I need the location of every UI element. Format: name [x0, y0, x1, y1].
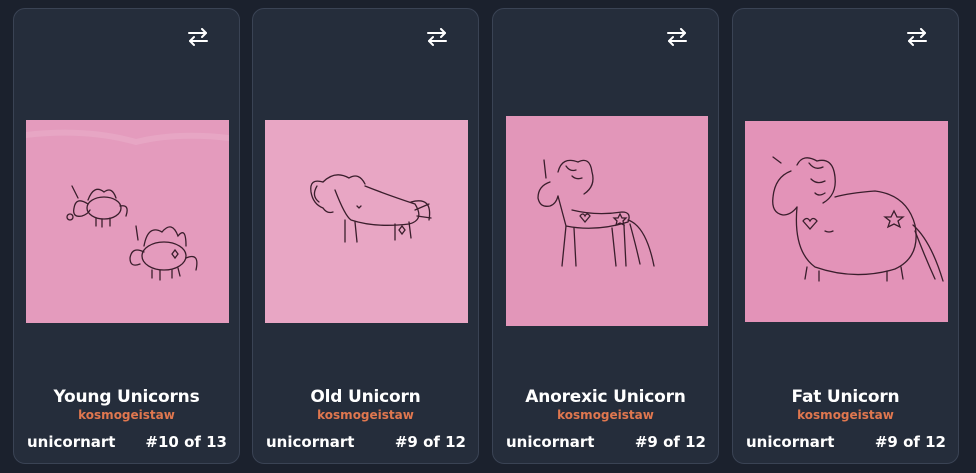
nft-card[interactable]: Fat Unicorn kosmogeistaw unicornart #9 o… — [732, 8, 959, 464]
edition-number: #9 of 12 — [874, 433, 946, 451]
creator-link[interactable]: kosmogeistaw — [733, 408, 958, 422]
arrows-swap-icon[interactable] — [185, 26, 211, 48]
nft-card[interactable]: Anorexic Unicorn kosmogeistaw unicornart… — [492, 8, 719, 464]
artwork-image[interactable] — [26, 120, 229, 323]
card-title: Anorexic Unicorn — [525, 387, 686, 407]
nft-card-grid: Young Unicorns kosmogeistaw unicornart #… — [0, 0, 976, 473]
collection-name[interactable]: unicornart — [506, 433, 594, 451]
artwork-image[interactable] — [265, 120, 468, 323]
collection-name[interactable]: unicornart — [27, 433, 115, 451]
edition-number: #9 of 12 — [634, 433, 706, 451]
creator-link[interactable]: kosmogeistaw — [253, 408, 478, 422]
edition-number: #10 of 13 — [145, 433, 227, 451]
arrows-swap-icon[interactable] — [424, 26, 450, 48]
collection-name[interactable]: unicornart — [266, 433, 354, 451]
artwork-image[interactable] — [745, 121, 948, 322]
artwork-image[interactable] — [506, 116, 708, 326]
arrows-swap-icon[interactable] — [904, 26, 930, 48]
card-title: Old Unicorn — [310, 387, 421, 407]
arrows-swap-icon[interactable] — [664, 26, 690, 48]
creator-link[interactable]: kosmogeistaw — [493, 408, 718, 422]
card-title: Fat Unicorn — [791, 387, 900, 407]
card-title: Young Unicorns — [53, 387, 200, 407]
nft-card[interactable]: Old Unicorn kosmogeistaw unicornart #9 o… — [252, 8, 479, 464]
collection-name[interactable]: unicornart — [746, 433, 834, 451]
edition-number: #9 of 12 — [394, 433, 466, 451]
creator-link[interactable]: kosmogeistaw — [14, 408, 239, 422]
nft-card[interactable]: Young Unicorns kosmogeistaw unicornart #… — [13, 8, 240, 464]
